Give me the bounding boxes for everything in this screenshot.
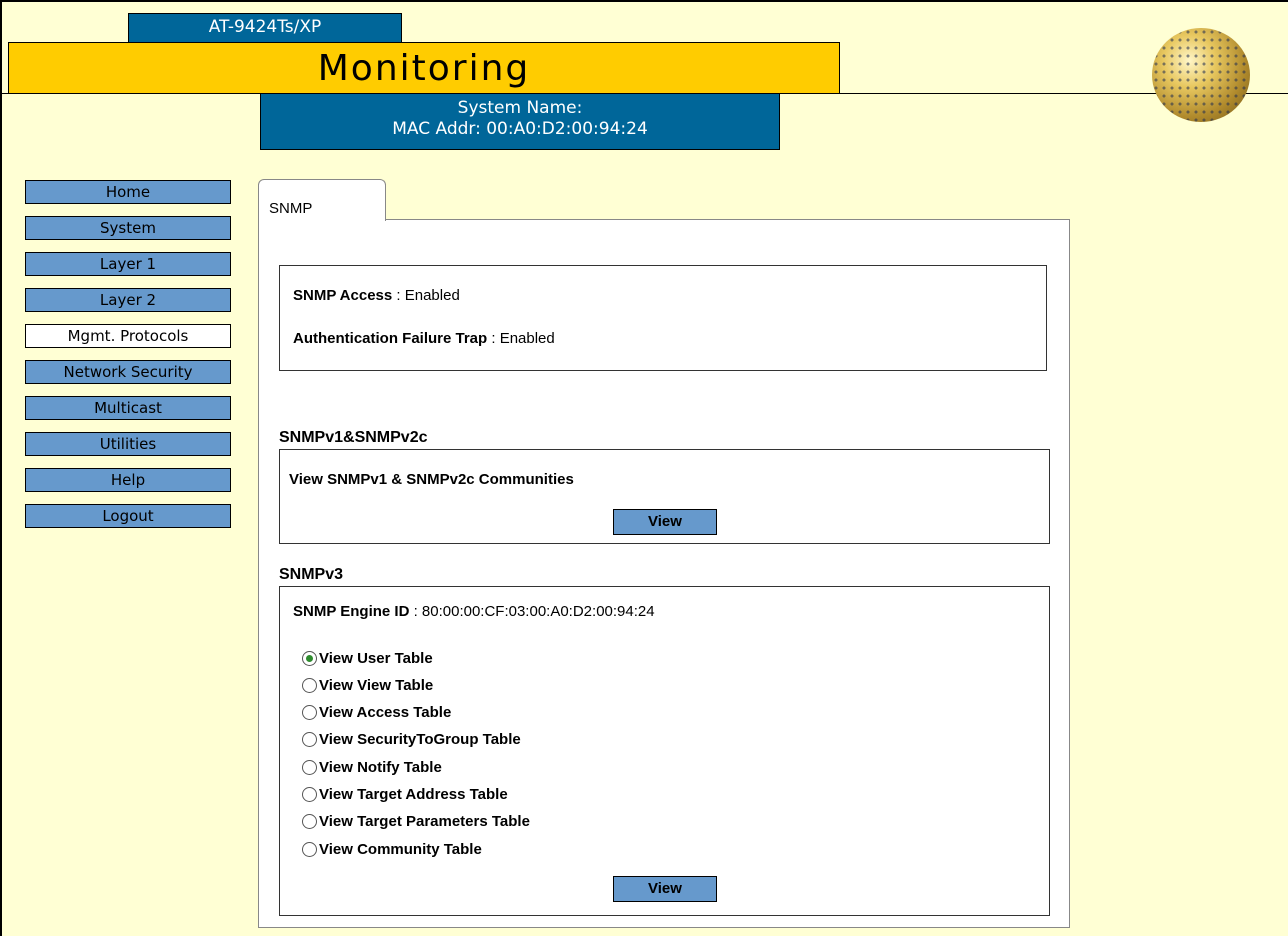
snmp-access-label: SNMP Access — [293, 287, 393, 304]
radio-icon[interactable] — [302, 678, 317, 693]
radio-label: View Target Parameters Table — [319, 813, 530, 830]
v1v2c-communities-text: View SNMPv1 & SNMPv2c Communities — [289, 471, 574, 488]
engine-id-value: : 80:00:00:CF:03:00:A0:D2:00:94:24 — [409, 603, 655, 620]
radio-selected-icon[interactable] — [302, 651, 317, 666]
radio-notify-table[interactable]: View Notify Table — [302, 758, 442, 778]
radio-icon[interactable] — [302, 787, 317, 802]
globe-logo-icon — [1152, 28, 1250, 122]
engine-id-row: SNMP Engine ID : 80:00:00:CF:03:00:A0:D2… — [293, 603, 655, 620]
radio-target-address-table[interactable]: View Target Address Table — [302, 785, 508, 805]
radio-icon[interactable] — [302, 814, 317, 829]
content-panel: SNMP Access : Enabled Authentication Fai… — [258, 219, 1070, 928]
radio-view-table[interactable]: View View Table — [302, 676, 433, 696]
radio-icon[interactable] — [302, 842, 317, 857]
sidebar-nav: Home System Layer 1 Layer 2 Mgmt. Protoc… — [25, 180, 231, 540]
radio-label: View Access Table — [319, 704, 452, 721]
radio-label: View Target Address Table — [319, 786, 508, 803]
radio-icon[interactable] — [302, 732, 317, 747]
snmp-status-box: SNMP Access : Enabled Authentication Fai… — [279, 265, 1047, 371]
radio-community-table[interactable]: View Community Table — [302, 840, 482, 860]
nav-multicast-button[interactable]: Multicast — [25, 396, 231, 420]
radio-user-table[interactable]: View User Table — [302, 649, 433, 669]
v1v2c-box: View SNMPv1 & SNMPv2c Communities View — [279, 449, 1050, 544]
v3-view-button[interactable]: View — [613, 876, 717, 902]
system-name: System Name: — [457, 98, 583, 118]
nav-layer1-button[interactable]: Layer 1 — [25, 252, 231, 276]
tab-joiner — [259, 218, 385, 221]
nav-layer2-button[interactable]: Layer 2 — [25, 288, 231, 312]
mac-address: MAC Addr: 00:A0:D2:00:94:24 — [392, 119, 648, 139]
v1v2c-section-title: SNMPv1&SNMPv2c — [279, 429, 428, 446]
auth-trap-row: Authentication Failure Trap : Enabled — [293, 330, 555, 347]
nav-home-button[interactable]: Home — [25, 180, 231, 204]
page-title: Monitoring — [8, 42, 840, 94]
snmp-access-value: : Enabled — [392, 287, 460, 304]
auth-trap-label: Authentication Failure Trap — [293, 330, 488, 347]
v3-box: SNMP Engine ID : 80:00:00:CF:03:00:A0:D2… — [279, 586, 1050, 916]
v1v2c-view-button[interactable]: View — [613, 509, 717, 535]
header-divider-left — [0, 93, 8, 94]
radio-target-parameters-table[interactable]: View Target Parameters Table — [302, 812, 530, 832]
tab-snmp[interactable]: SNMP — [258, 179, 386, 221]
auth-trap-value: : Enabled — [487, 330, 555, 347]
nav-network-security-button[interactable]: Network Security — [25, 360, 231, 384]
snmp-access-row: SNMP Access : Enabled — [293, 287, 460, 304]
radio-label: View View Table — [319, 677, 434, 694]
radio-icon[interactable] — [302, 760, 317, 775]
nav-utilities-button[interactable]: Utilities — [25, 432, 231, 456]
engine-id-label: SNMP Engine ID — [293, 603, 410, 620]
radio-security-to-group-table[interactable]: View SecurityToGroup Table — [302, 730, 521, 750]
nav-mgmt-protocols-button[interactable]: Mgmt. Protocols — [25, 324, 231, 348]
system-info: System Name: MAC Addr: 00:A0:D2:00:94:24 — [260, 94, 780, 150]
radio-label: View Community Table — [319, 841, 482, 858]
model-label: AT-9424Ts/XP — [128, 13, 402, 42]
radio-label: View SecurityToGroup Table — [319, 731, 521, 748]
nav-system-button[interactable]: System — [25, 216, 231, 240]
nav-logout-button[interactable]: Logout — [25, 504, 231, 528]
radio-label: View User Table — [319, 650, 433, 667]
nav-help-button[interactable]: Help — [25, 468, 231, 492]
v3-section-title: SNMPv3 — [279, 566, 344, 583]
radio-icon[interactable] — [302, 705, 317, 720]
radio-access-table[interactable]: View Access Table — [302, 703, 451, 723]
radio-label: View Notify Table — [319, 759, 442, 776]
